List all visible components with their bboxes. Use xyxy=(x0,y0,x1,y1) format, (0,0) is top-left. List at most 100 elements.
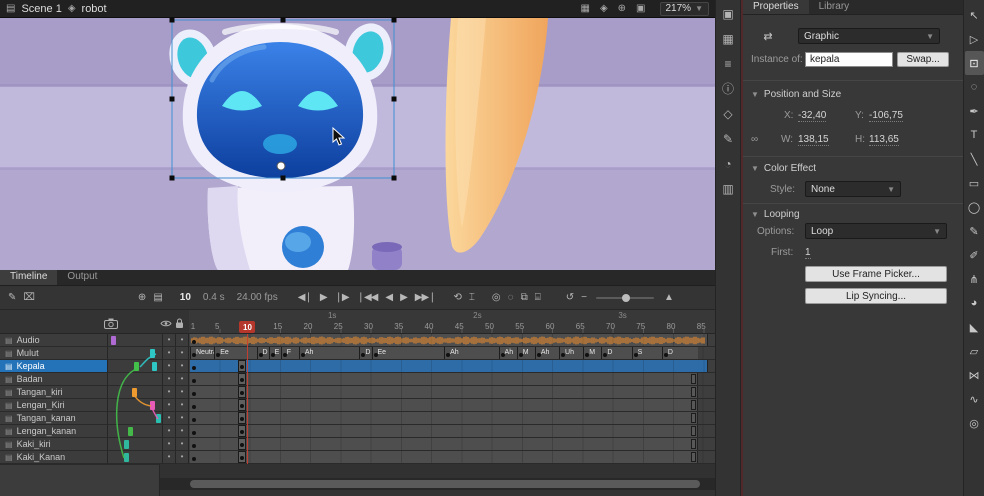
w-value[interactable]: 138,15 xyxy=(798,134,829,146)
onion-skin-icon[interactable]: ◎ xyxy=(492,292,500,303)
swap-button[interactable]: Swap... xyxy=(897,52,949,67)
lip-sync-segment[interactable]: D xyxy=(662,347,698,359)
timeline-horizontal-scrollbar[interactable] xyxy=(160,478,715,490)
delete-icon[interactable]: ⌧ xyxy=(23,292,34,303)
frame-span[interactable] xyxy=(190,386,698,398)
frame-span[interactable] xyxy=(190,334,708,346)
layer-row[interactable]: ▤Kepala•• xyxy=(0,360,715,373)
layer-row[interactable]: ▤Tangan_kiri•• xyxy=(0,386,715,399)
free-transform-tool[interactable]: ⊡ xyxy=(965,51,984,75)
layer-frames[interactable] xyxy=(189,425,715,438)
layer-frames[interactable] xyxy=(189,334,715,347)
onion-outline-icon[interactable]: ◌ xyxy=(508,292,513,303)
layer-row[interactable]: ▤Badan•• xyxy=(0,373,715,386)
style-dropdown[interactable]: None ▼ xyxy=(805,181,901,197)
section-looping[interactable]: ▼Looping xyxy=(751,208,800,220)
lip-sync-segment[interactable]: D xyxy=(359,347,371,359)
lip-sync-segment[interactable]: Ee xyxy=(372,347,445,359)
frame-span[interactable] xyxy=(190,360,708,372)
layer-name[interactable]: ▤Tangan_kanan xyxy=(0,412,108,425)
lip-sync-segment[interactable]: Ah xyxy=(444,347,498,359)
keyframe-marker[interactable] xyxy=(238,438,246,450)
frame-span[interactable] xyxy=(190,373,698,385)
frame-span[interactable] xyxy=(190,425,698,437)
center-stage-icon[interactable]: ⊕ xyxy=(618,1,626,17)
brush-library-panel-icon[interactable]: ✎ xyxy=(718,130,738,147)
frame-span[interactable] xyxy=(190,438,698,450)
lip-sync-segment[interactable]: Ah xyxy=(535,347,559,359)
layer-lock-dot[interactable]: • xyxy=(176,451,189,464)
layer-visibility-dot[interactable]: • xyxy=(163,412,176,425)
eraser-tool[interactable]: ▱ xyxy=(965,339,984,363)
layer-visibility-dot[interactable]: • xyxy=(163,425,176,438)
breadcrumb-scene[interactable]: Scene 1 xyxy=(21,3,61,15)
step-back-icon[interactable]: ◀❘ xyxy=(298,292,312,303)
y-value[interactable]: -106,75 xyxy=(869,110,903,122)
text-tool[interactable]: T xyxy=(965,123,984,147)
rectangle-tool[interactable]: ▭ xyxy=(965,171,984,195)
stage-canvas[interactable] xyxy=(0,18,715,270)
instance-name-field[interactable]: kepala xyxy=(805,52,893,67)
lip-sync-segment[interactable]: E xyxy=(269,347,281,359)
h-value[interactable]: 113,65 xyxy=(869,134,899,146)
graph-editor-icon[interactable]: ▤ xyxy=(153,292,161,303)
layer-name[interactable]: ▤Kaki_Kanan xyxy=(0,451,108,464)
layer-visibility-dot[interactable]: • xyxy=(163,347,176,360)
layer-frames[interactable] xyxy=(189,386,715,399)
tab-properties[interactable]: Properties xyxy=(743,0,809,14)
layer-lock-dot[interactable]: • xyxy=(176,334,189,347)
subselection-tool[interactable]: ▷ xyxy=(965,27,984,51)
layer-row[interactable]: ▤Tangan_kanan•• xyxy=(0,412,715,425)
lip-sync-segment[interactable]: Neutral xyxy=(190,347,214,359)
hand-tool[interactable]: ∿ xyxy=(965,387,984,411)
frame-span[interactable] xyxy=(190,451,698,463)
eyedropper-tool[interactable]: ◣ xyxy=(965,315,984,339)
tab-library[interactable]: Library xyxy=(809,0,860,14)
lip-sync-segment[interactable]: M xyxy=(517,347,535,359)
timeline-zoom-out-icon[interactable]: − xyxy=(581,292,586,303)
layer-visibility-dot[interactable]: • xyxy=(163,438,176,451)
layer-frames[interactable] xyxy=(189,373,715,386)
brush-tool[interactable]: ✐ xyxy=(965,243,984,267)
lip-sync-segment[interactable]: M xyxy=(583,347,601,359)
layer-frames[interactable] xyxy=(189,451,715,464)
lock-icon[interactable] xyxy=(175,318,184,329)
marker-range-icon[interactable]: ⌶ xyxy=(469,292,474,303)
layer-row[interactable]: ▤Mulut••NeutralEeDEFAhDEeAhAhMAhUhMDSD xyxy=(0,347,715,360)
frame-span[interactable] xyxy=(190,399,698,411)
zoom-tool[interactable]: ◎ xyxy=(965,411,984,435)
pencil-icon[interactable]: ✎ xyxy=(8,292,15,303)
reset-timeline-zoom-icon[interactable]: ↺ xyxy=(566,292,573,303)
section-position-size[interactable]: ▼Position and Size xyxy=(751,88,841,100)
prev-frame-icon[interactable]: ◀ xyxy=(385,292,392,303)
layer-name[interactable]: ▤Badan xyxy=(0,373,108,386)
width-tool[interactable]: ⋈ xyxy=(965,363,984,387)
keyframe-marker[interactable] xyxy=(238,386,246,398)
keyframe-marker[interactable] xyxy=(238,425,246,437)
lip-sync-segment[interactable]: Uh xyxy=(559,347,583,359)
eye-icon[interactable] xyxy=(160,319,172,328)
lip-sync-segment[interactable]: Ee xyxy=(214,347,256,359)
layer-frames[interactable] xyxy=(189,360,715,373)
first-value[interactable]: 1 xyxy=(805,247,811,259)
layer-lock-dot[interactable]: • xyxy=(176,373,189,386)
lasso-tool[interactable]: ◌ xyxy=(965,75,984,99)
selection-tool[interactable]: ↖ xyxy=(965,3,984,27)
layer-row[interactable]: ▤Kaki_Kanan•• xyxy=(0,451,715,464)
modify-markers-icon[interactable]: ⌸ xyxy=(535,292,540,303)
layer-lock-dot[interactable]: • xyxy=(176,425,189,438)
zoom-control[interactable]: 217% ▼ xyxy=(660,2,710,16)
layer-visibility-dot[interactable]: • xyxy=(163,386,176,399)
breadcrumb-symbol[interactable]: robot xyxy=(82,3,107,15)
layer-name[interactable]: ▤Kepala xyxy=(0,360,108,373)
link-dimensions-icon[interactable]: ∞ xyxy=(751,134,758,145)
swatches-panel-icon[interactable]: ≡ xyxy=(718,55,738,72)
layer-visibility-dot[interactable]: • xyxy=(163,360,176,373)
layer-name[interactable]: ▤Audio xyxy=(0,334,108,347)
keyframe-marker[interactable] xyxy=(238,412,246,424)
layer-name[interactable]: ▤Mulut xyxy=(0,347,108,360)
frame-rate-value[interactable]: 24.00 fps xyxy=(237,292,278,303)
transform-panel-icon[interactable]: ◇ xyxy=(718,105,738,122)
keyframe-marker[interactable] xyxy=(238,360,246,372)
camera-icon[interactable] xyxy=(104,318,118,329)
